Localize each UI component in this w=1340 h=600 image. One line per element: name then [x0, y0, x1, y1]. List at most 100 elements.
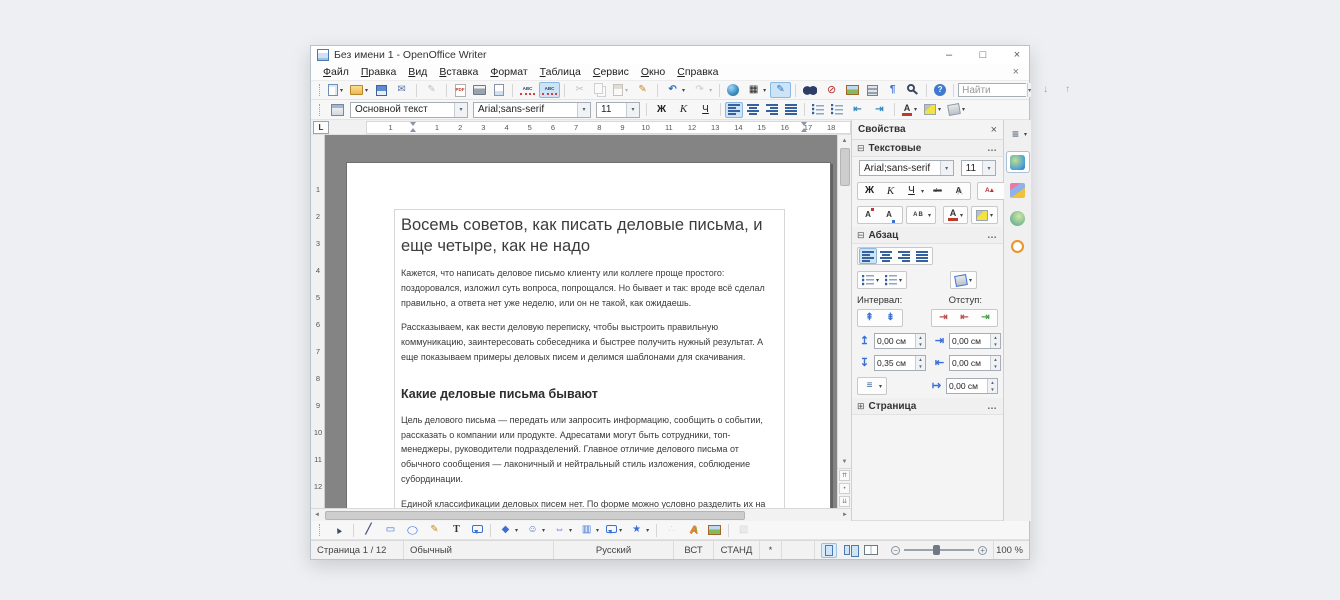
bold-button[interactable]: Ж	[859, 183, 880, 199]
menu-item[interactable]: Окно	[635, 65, 671, 79]
decrease-indent-button[interactable]: ⇤	[847, 102, 868, 118]
paragraph-style-select[interactable]: Основной текст ▾	[350, 102, 468, 118]
strikethrough-button[interactable]: abc	[927, 183, 948, 199]
ellipse-tool[interactable]: ◯	[402, 522, 423, 538]
insert-mode-status[interactable]: ВСТ	[674, 541, 714, 559]
numbering-dropdown[interactable]: ▾	[899, 277, 902, 284]
horizontal-scrollbar[interactable]: ◄ ►	[311, 508, 851, 521]
grow-font-button[interactable]: А▲	[979, 183, 1000, 199]
sidebar-font-size-select[interactable]: 11 ▾	[961, 160, 996, 176]
vertical-ruler[interactable]: 123456789101112	[311, 135, 325, 508]
text-frame[interactable]: Восемь советов, как писать деловые письм…	[394, 209, 785, 508]
scroll-left-button[interactable]: ◄	[311, 509, 323, 521]
draw-functions-button[interactable]: ✎	[770, 82, 791, 98]
tab-gallery[interactable]	[1006, 179, 1030, 201]
section-more-button[interactable]: …	[987, 401, 998, 412]
numbering-button[interactable]	[809, 102, 827, 118]
paragraph-style-dropdown[interactable]: ▾	[454, 103, 467, 117]
indent-marker-left[interactable]	[410, 122, 417, 132]
from-file[interactable]	[705, 522, 724, 538]
spinner[interactable]: ▲▼	[915, 356, 925, 370]
next-page-button[interactable]: ⇊	[839, 496, 850, 507]
align-justify-button[interactable]	[782, 102, 800, 118]
char-spacing-button[interactable]: АВ▾	[908, 207, 934, 223]
align-left-button[interactable]	[859, 248, 877, 264]
subscript-button[interactable]	[880, 207, 901, 223]
section-more-button[interactable]: …	[987, 143, 998, 154]
menu-item[interactable]: Вставка	[433, 65, 484, 79]
open-button[interactable]: ▾	[347, 82, 371, 98]
sidebar-settings-dropdown[interactable]: ▾	[1024, 131, 1027, 138]
numbering-button[interactable]: ▾	[882, 272, 905, 288]
vertical-scrollbar[interactable]: ▲ ▼ ⇈ • ⇊	[837, 135, 851, 508]
modified-status[interactable]: *	[760, 541, 782, 559]
highlight-button[interactable]: ▾	[921, 102, 944, 118]
block-arrows[interactable]: ⇔▾	[549, 522, 575, 538]
increase-indent-button[interactable]: ⇥	[869, 102, 890, 118]
spellcheck-button[interactable]: ABC	[517, 82, 538, 98]
spacing-below-input[interactable]	[875, 356, 915, 370]
minimize-button[interactable]: –	[943, 49, 955, 61]
autospellcheck-button[interactable]: ABC	[539, 82, 560, 98]
menu-item[interactable]: Таблица	[534, 65, 587, 79]
basic-shapes[interactable]: ◆▾	[495, 522, 521, 538]
page-preview-button[interactable]	[490, 82, 508, 98]
spinner[interactable]: ▲▼	[915, 334, 925, 348]
find-input[interactable]	[958, 83, 1026, 97]
tab-navigator[interactable]	[1006, 207, 1030, 229]
symbol-shapes[interactable]: ☺▾	[522, 522, 548, 538]
align-right-button[interactable]	[895, 248, 913, 264]
tab-properties[interactable]	[1006, 151, 1030, 173]
char-spacing-dropdown[interactable]: ▾	[928, 212, 931, 219]
table-button[interactable]: ▦▾	[743, 82, 769, 98]
new-document-dropdown[interactable]: ▾	[340, 87, 343, 94]
align-left-button[interactable]	[725, 102, 743, 118]
zoom-in-button[interactable]: +	[978, 546, 987, 555]
stars[interactable]: ★▾	[626, 522, 652, 538]
zoom-out-button[interactable]: −	[891, 546, 900, 555]
paragraph-background-dropdown[interactable]: ▾	[969, 277, 972, 284]
zoom-button[interactable]	[904, 82, 922, 98]
bold-button[interactable]: Ж	[651, 102, 672, 118]
freeform-tool[interactable]: ✎	[424, 522, 445, 538]
spacing-increase-button[interactable]: ⇞	[859, 310, 880, 326]
find-replace-button[interactable]	[800, 82, 820, 98]
menu-item[interactable]: Файл	[317, 65, 355, 79]
previous-page-button[interactable]: ⇈	[839, 470, 850, 481]
shadowed-button[interactable]: А	[948, 183, 969, 199]
scroll-down-button[interactable]: ▼	[839, 456, 851, 468]
font-name-dropdown[interactable]: ▾	[577, 103, 590, 117]
font-color-button[interactable]: А▾	[899, 102, 920, 118]
sidebar-settings-button[interactable]: ≡▾	[1006, 123, 1030, 145]
indent-before-input[interactable]	[950, 334, 990, 348]
collapse-icon[interactable]: ⊟	[857, 143, 865, 154]
menu-item[interactable]: Сервис	[587, 65, 635, 79]
collapse-icon[interactable]: ⊟	[857, 230, 865, 241]
page-style-status[interactable]: Обычный	[404, 541, 554, 559]
font-name-dropdown[interactable]: ▾	[940, 161, 953, 175]
tab-clock[interactable]	[1006, 235, 1030, 257]
line-spacing-button[interactable]: ≡▾	[859, 378, 885, 394]
flowchart-dropdown[interactable]: ▾	[596, 527, 599, 534]
close-document-button[interactable]: ×	[1009, 66, 1023, 78]
spacing-decrease-button[interactable]: ⇟	[880, 310, 901, 326]
page-number-status[interactable]: Страница 1 / 12	[311, 541, 404, 559]
font-size-select[interactable]: 11 ▾	[596, 102, 640, 118]
horizontal-scroll-thumb[interactable]	[325, 511, 745, 520]
paragraph-background-button[interactable]: ▾	[952, 272, 975, 288]
find-dropdown[interactable]: ▾	[1027, 83, 1031, 97]
document-page[interactable]: Восемь советов, как писать деловые письм…	[346, 162, 831, 508]
nonprinting-characters-button[interactable]: ¶	[882, 82, 903, 98]
paste-dropdown[interactable]: ▾	[625, 87, 628, 94]
undo-dropdown[interactable]: ▾	[682, 87, 685, 94]
clone-formatting-button[interactable]: ✎	[632, 82, 653, 98]
indent-after-input[interactable]	[950, 356, 990, 370]
bullets-button[interactable]	[828, 102, 846, 118]
align-justify-button[interactable]	[913, 248, 931, 264]
background-color-dropdown[interactable]: ▾	[962, 106, 965, 113]
navigation-button[interactable]: •	[839, 483, 850, 494]
open-dropdown[interactable]: ▾	[365, 87, 368, 94]
print-button[interactable]	[470, 82, 489, 98]
table-dropdown[interactable]: ▾	[763, 87, 766, 94]
undo-button[interactable]: ↶▾	[662, 82, 688, 98]
